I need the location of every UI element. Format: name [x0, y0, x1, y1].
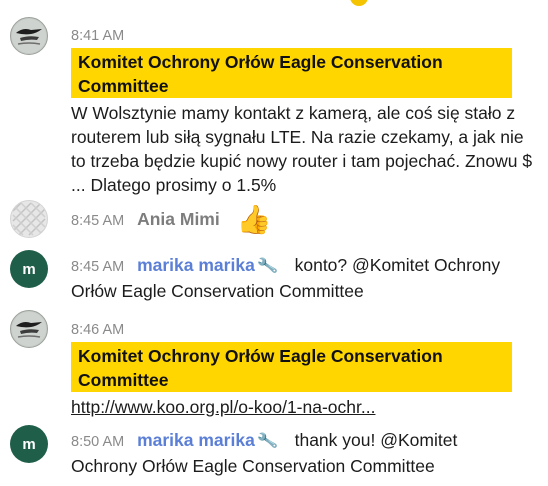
- message-text: W Wolsztynie mamy kontakt z kamerą, ale …: [71, 103, 533, 195]
- message-text-continued: Orłów Eagle Conservation Committee: [71, 281, 364, 301]
- message-text: thank you! @Komitet: [294, 430, 458, 450]
- pattern-avatar-icon[interactable]: [10, 200, 48, 238]
- sender-banner[interactable]: Komitet Ochrony Orłów Eagle Conservation…: [71, 342, 512, 392]
- username-link[interactable]: marika marika: [137, 255, 255, 275]
- message-text-continued: Ochrony Orłów Eagle Conservation Committ…: [71, 456, 435, 476]
- wrench-icon: 🔧: [256, 431, 279, 452]
- user-avatar[interactable]: m: [10, 250, 48, 288]
- username-link[interactable]: Ania Mimi: [137, 209, 220, 229]
- message-timestamp: 8:50 AM: [71, 434, 125, 450]
- message-timestamp: 8:45 AM: [71, 259, 125, 275]
- username-link[interactable]: marika marika: [137, 430, 255, 450]
- message-timestamp: 8:46 AM: [71, 322, 125, 338]
- message-text: konto? @Komitet Ochrony: [294, 255, 501, 275]
- message-timestamp: 8:41 AM: [71, 28, 125, 44]
- thumbs-up-icon: 👍: [236, 204, 272, 235]
- sender-banner[interactable]: Komitet Ochrony Orłów Eagle Conservation…: [71, 48, 512, 98]
- eagle-logo-icon[interactable]: [10, 310, 48, 348]
- reaction-dot-decoration: [350, 0, 368, 6]
- message-link[interactable]: http://www.koo.org.pl/o-koo/1-na-ochr...: [71, 397, 375, 417]
- user-avatar[interactable]: m: [10, 425, 48, 463]
- message-timestamp: 8:45 AM: [71, 213, 125, 229]
- eagle-logo-icon[interactable]: [10, 17, 48, 55]
- wrench-icon: 🔧: [256, 256, 279, 277]
